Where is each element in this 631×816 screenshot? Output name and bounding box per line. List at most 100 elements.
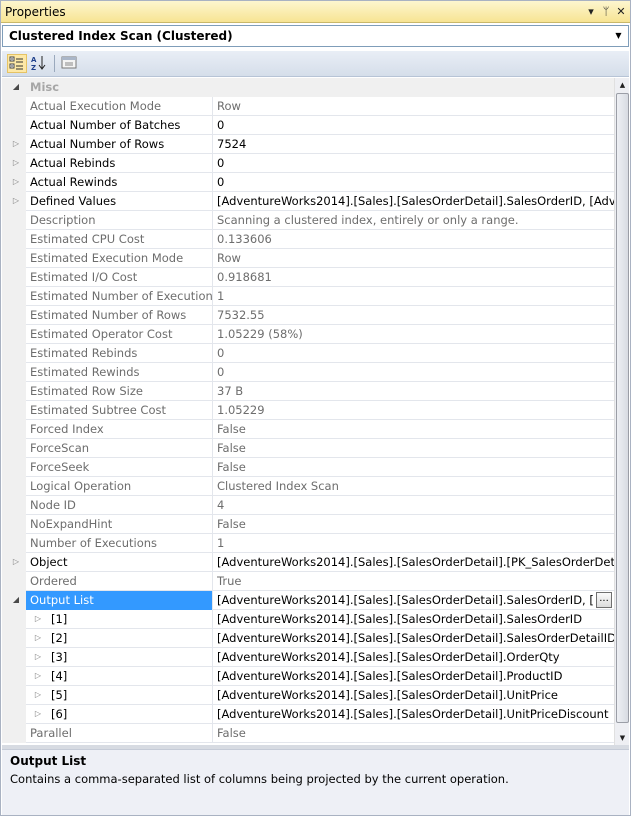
column-separator[interactable] <box>212 401 213 420</box>
column-separator[interactable] <box>212 705 213 724</box>
property-row[interactable]: Actual Execution Mode Row <box>2 97 614 116</box>
title-bar[interactable]: Properties ▾ ᛘ ✕ <box>1 1 630 23</box>
ellipsis-button[interactable]: ... <box>596 592 612 608</box>
object-selector-dropdown[interactable]: Clustered Index Scan (Clustered) ▼ <box>2 25 629 47</box>
property-row[interactable]: ▷ [5] [AdventureWorks2014].[Sales].[SalesO… <box>2 686 614 705</box>
property-value[interactable]: 4 <box>217 498 614 512</box>
auto-hide-pin-icon[interactable]: ᛘ <box>599 4 613 19</box>
expand-triangle-icon[interactable]: ▷ <box>33 652 43 662</box>
vertical-scrollbar[interactable]: ▲ ▼ <box>614 78 629 745</box>
property-value[interactable]: [AdventureWorks2014].[Sales].[SalesOrder… <box>217 688 614 702</box>
expand-triangle-icon[interactable]: ▷ <box>11 196 21 206</box>
window-position-menu-icon[interactable]: ▾ <box>584 4 598 19</box>
close-icon[interactable]: ✕ <box>614 4 628 19</box>
property-row[interactable]: Estimated Rebinds 0 <box>2 344 614 363</box>
property-value[interactable]: Row <box>217 99 614 113</box>
property-value[interactable]: [AdventureWorks2014].[Sales].[SalesOrder… <box>217 631 614 645</box>
property-row[interactable]: Parallel False <box>2 724 614 743</box>
column-separator[interactable] <box>212 420 213 439</box>
column-separator[interactable] <box>212 629 213 648</box>
property-row[interactable]: Estimated I/O Cost 0.918681 <box>2 268 614 287</box>
property-value[interactable]: 1 <box>217 289 614 303</box>
property-row[interactable]: Ordered True <box>2 572 614 591</box>
column-separator[interactable] <box>212 287 213 306</box>
property-pages-icon[interactable] <box>60 54 80 73</box>
property-value[interactable]: 0 <box>217 346 614 360</box>
property-value[interactable]: 0.918681 <box>217 270 614 284</box>
property-row[interactable]: ◢ Output List [AdventureWorks2014].[Sales]… <box>2 591 614 610</box>
property-value[interactable]: False <box>217 422 614 436</box>
property-row[interactable]: ▷ [1] [AdventureWorks2014].[Sales].[SalesO… <box>2 610 614 629</box>
alphabetical-icon[interactable]: A Z <box>30 54 50 73</box>
column-separator[interactable] <box>212 686 213 705</box>
column-separator[interactable] <box>212 477 213 496</box>
collapse-triangle-icon[interactable]: ◢ <box>11 595 21 605</box>
property-value[interactable]: [AdventureWorks2014].[Sales].[SalesOrder… <box>217 593 594 607</box>
property-row[interactable]: Logical Operation Clustered Index Scan <box>2 477 614 496</box>
property-row[interactable]: ▷ Defined Values [AdventureWorks2014].[Sal… <box>2 192 614 211</box>
property-row[interactable]: ▷ [2] [AdventureWorks2014].[Sales].[SalesO… <box>2 629 614 648</box>
expand-triangle-icon[interactable]: ▷ <box>11 177 21 187</box>
property-row[interactable]: ForceScan False <box>2 439 614 458</box>
column-separator[interactable] <box>212 724 213 743</box>
expand-triangle-icon[interactable]: ▷ <box>33 690 43 700</box>
column-separator[interactable] <box>212 458 213 477</box>
property-value[interactable]: 1 <box>217 536 614 550</box>
column-separator[interactable] <box>212 116 213 135</box>
property-value[interactable]: True <box>217 574 614 588</box>
property-value[interactable]: 0 <box>217 175 614 189</box>
property-row[interactable]: Estimated Number of Rows 7532.55 <box>2 306 614 325</box>
scroll-up-arrow-icon[interactable]: ▲ <box>615 78 630 92</box>
property-value[interactable]: 1.05229 <box>217 403 614 417</box>
expand-triangle-icon[interactable]: ▷ <box>11 557 21 567</box>
property-row[interactable]: Estimated Number of Executions 1 <box>2 287 614 306</box>
property-row[interactable]: ▷ Actual Rebinds 0 <box>2 154 614 173</box>
column-separator[interactable] <box>212 382 213 401</box>
column-separator[interactable] <box>212 553 213 572</box>
column-separator[interactable] <box>212 515 213 534</box>
property-value[interactable]: False <box>217 441 614 455</box>
property-row[interactable]: ▷ [3] [AdventureWorks2014].[Sales].[SalesO… <box>2 648 614 667</box>
property-row[interactable]: Estimated Operator Cost 1.05229 (58%) <box>2 325 614 344</box>
property-row[interactable]: NoExpandHint False <box>2 515 614 534</box>
category-row-misc[interactable]: ◢ Misc <box>2 78 614 97</box>
property-value[interactable]: Row <box>217 251 614 265</box>
column-separator[interactable] <box>212 439 213 458</box>
property-value[interactable]: 0 <box>217 156 614 170</box>
column-separator[interactable] <box>212 325 213 344</box>
scrollbar-thumb[interactable] <box>616 93 629 723</box>
property-value[interactable]: [AdventureWorks2014].[Sales].[SalesOrder… <box>217 555 614 569</box>
property-value[interactable]: 1.05229 (58%) <box>217 327 614 341</box>
column-separator[interactable] <box>212 496 213 515</box>
expand-triangle-icon[interactable]: ▷ <box>11 158 21 168</box>
property-row[interactable]: ForceSeek False <box>2 458 614 477</box>
property-row[interactable]: ▷ [6] [AdventureWorks2014].[Sales].[SalesO… <box>2 705 614 724</box>
expand-triangle-icon[interactable]: ▷ <box>33 671 43 681</box>
column-separator[interactable] <box>212 610 213 629</box>
property-row[interactable]: ▷ Actual Number of Rows 7524 <box>2 135 614 154</box>
property-value[interactable]: 7524 <box>217 137 614 151</box>
property-value[interactable]: 0 <box>217 118 614 132</box>
property-row[interactable]: ▷ Object [AdventureWorks2014].[Sales].[Sal… <box>2 553 614 572</box>
property-value[interactable]: 37 B <box>217 384 614 398</box>
column-separator[interactable] <box>212 591 213 610</box>
column-separator[interactable] <box>212 534 213 553</box>
property-value[interactable]: 0 <box>217 365 614 379</box>
property-row[interactable]: ▷ [4] [AdventureWorks2014].[Sales].[SalesO… <box>2 667 614 686</box>
property-grid[interactable]: ◢ Misc Actual Execution Mode Row Actual Nu… <box>2 78 614 745</box>
column-separator[interactable] <box>212 192 213 211</box>
column-separator[interactable] <box>212 268 213 287</box>
expand-triangle-icon[interactable]: ▷ <box>33 709 43 719</box>
column-separator[interactable] <box>212 344 213 363</box>
column-separator[interactable] <box>212 648 213 667</box>
property-value[interactable]: 7532.55 <box>217 308 614 322</box>
column-separator[interactable] <box>212 572 213 591</box>
column-separator[interactable] <box>212 135 213 154</box>
column-separator[interactable] <box>212 211 213 230</box>
property-row[interactable]: Estimated Rewinds 0 <box>2 363 614 382</box>
property-value[interactable]: False <box>217 460 614 474</box>
property-value[interactable]: Clustered Index Scan <box>217 479 614 493</box>
property-value[interactable]: False <box>217 517 614 531</box>
property-row[interactable]: Node ID 4 <box>2 496 614 515</box>
property-row[interactable]: Estimated Row Size 37 B <box>2 382 614 401</box>
